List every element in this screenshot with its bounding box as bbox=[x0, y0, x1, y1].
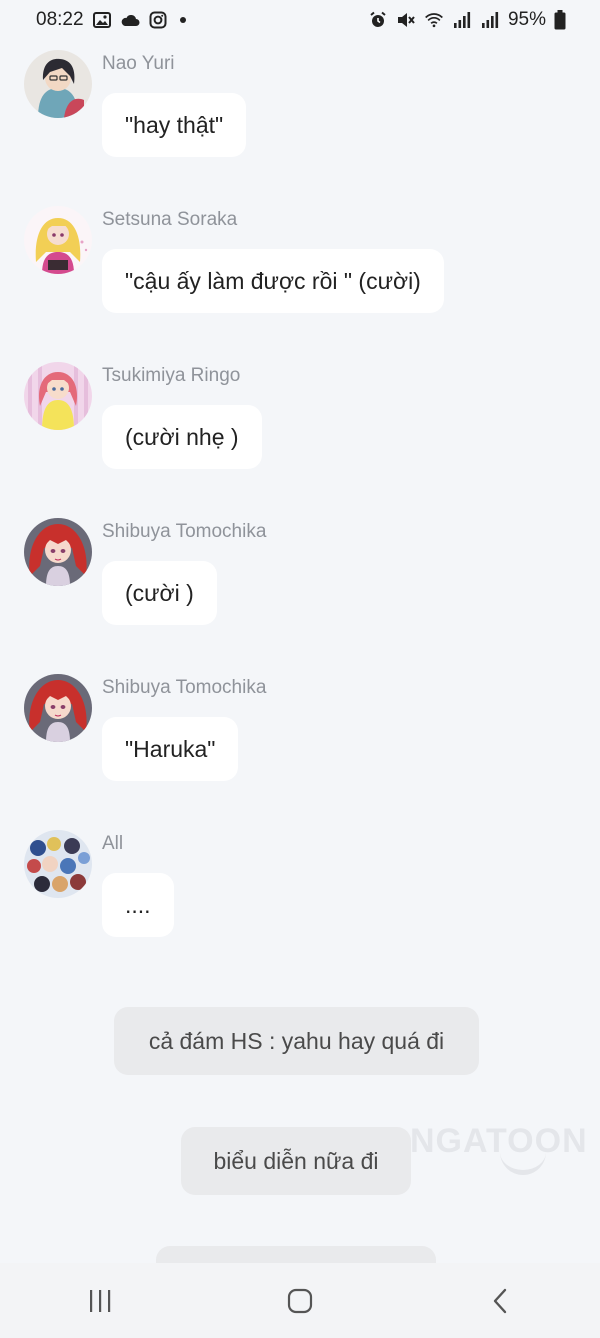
sender-name: Nao Yuri bbox=[102, 53, 175, 74]
shibuya-tomochika-avatar[interactable] bbox=[24, 518, 92, 586]
setsuna-soraka-avatar[interactable] bbox=[24, 206, 92, 274]
all-group-avatar[interactable] bbox=[24, 830, 92, 898]
sender-name: Shibuya Tomochika bbox=[102, 677, 267, 698]
watermark-smile-icon bbox=[500, 1150, 546, 1175]
message-bubble[interactable]: "hay thật" bbox=[102, 93, 247, 157]
system-nav-bar bbox=[0, 1263, 600, 1338]
mute-icon bbox=[396, 10, 416, 30]
nao-yuri-avatar[interactable] bbox=[24, 50, 92, 118]
message-bubble[interactable]: .... bbox=[102, 873, 174, 937]
status-bar: 08:22 95% bbox=[0, 0, 600, 40]
message-bubble[interactable]: "Haruka" bbox=[102, 717, 239, 781]
battery-percent: 95% bbox=[507, 9, 546, 30]
sender-name: Shibuya Tomochika bbox=[102, 521, 267, 542]
sender-name: All bbox=[102, 833, 124, 854]
message-bubble[interactable]: (cười ) bbox=[102, 561, 217, 625]
watermark: NGATOON bbox=[410, 1122, 588, 1160]
clock: 08:22 bbox=[36, 9, 84, 30]
alarm-icon bbox=[368, 10, 388, 30]
battery-icon bbox=[554, 10, 566, 30]
sender-name: Tsukimiya Ringo bbox=[102, 365, 241, 386]
signal-icon bbox=[480, 10, 500, 30]
cloud-icon bbox=[120, 10, 140, 30]
shibuya-tomochika-avatar[interactable] bbox=[24, 674, 92, 742]
message-bubble[interactable]: "cậu ấy làm được rồi " (cười) bbox=[102, 249, 444, 313]
sender-name: Setsuna Soraka bbox=[102, 209, 238, 230]
home-icon[interactable] bbox=[270, 1271, 330, 1331]
message-bubble[interactable]: (cười nhẹ ) bbox=[102, 405, 262, 469]
back-icon[interactable] bbox=[470, 1271, 530, 1331]
instagram-icon bbox=[148, 10, 168, 30]
image-icon bbox=[92, 10, 112, 30]
notification-dot bbox=[179, 17, 186, 23]
narration-box: biểu diễn nữa đi bbox=[181, 1127, 411, 1195]
wifi-icon bbox=[424, 10, 444, 30]
narration-box: cả đám HS : yahu hay quá đi bbox=[114, 1007, 479, 1075]
signal-icon bbox=[452, 10, 472, 30]
tsukimiya-ringo-avatar[interactable] bbox=[24, 362, 92, 430]
recent-apps-icon[interactable] bbox=[70, 1271, 130, 1331]
